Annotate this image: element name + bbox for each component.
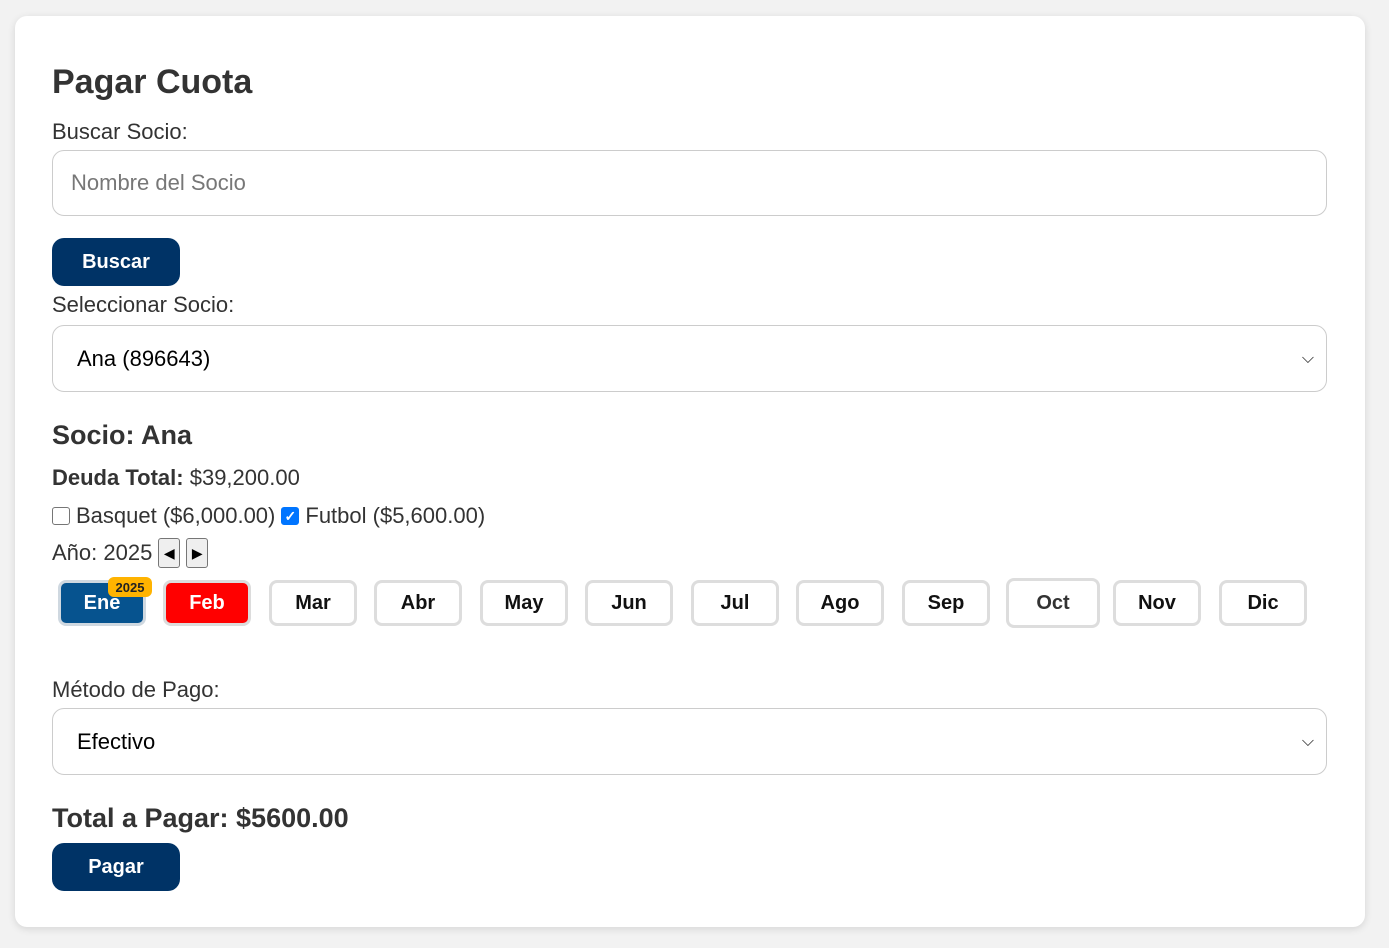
triangle-right-icon: ▶ — [191, 544, 203, 561]
year-label: Año: 2025 — [52, 540, 153, 565]
month-label: Feb — [189, 591, 225, 614]
payment-method-label: Método de Pago: — [52, 677, 220, 702]
chevron-down-icon: ⌵ — [1301, 732, 1314, 750]
select-member-label: Seleccionar Socio: — [52, 292, 235, 317]
month-label: Jul — [720, 591, 750, 614]
member-select[interactable]: Ana (896643) ⌵ — [52, 325, 1327, 392]
total-debt-label: Deuda Total: — [52, 465, 184, 490]
activity-options: Basquet ($6,000.00) ✓ Futbol ($5,600.00) — [52, 503, 491, 529]
month-label: May — [504, 591, 544, 614]
month-label: Oct — [1036, 591, 1070, 614]
month-label: Dic — [1247, 591, 1279, 614]
payment-method-select[interactable]: Efectivo ⌵ — [52, 708, 1327, 775]
year-selector: Año: 2025 ◀ ▶ — [52, 538, 209, 568]
chevron-down-icon: ⌵ — [1301, 349, 1314, 367]
total-debt-value: $39,200.00 — [189, 465, 300, 490]
search-input[interactable] — [52, 150, 1327, 216]
triangle-left-icon: ◀ — [163, 544, 175, 561]
pay-button[interactable]: Pagar — [52, 843, 180, 891]
member-heading: Socio: Ana — [52, 420, 193, 450]
prev-year-button[interactable]: ◀ — [158, 538, 181, 568]
month-ago[interactable]: Ago — [796, 580, 884, 626]
month-label: Sep — [927, 591, 965, 614]
month-oct[interactable]: Oct — [1006, 578, 1100, 628]
month-jul[interactable]: Jul — [691, 580, 779, 626]
month-sep[interactable]: Sep — [902, 580, 990, 626]
month-label: Mar — [295, 591, 331, 614]
year-badge: 2025 — [108, 577, 152, 597]
month-abr[interactable]: Abr — [374, 580, 462, 626]
member-select-value: Ana (896643) — [77, 345, 211, 371]
month-dic[interactable]: Dic — [1219, 580, 1307, 626]
total-to-pay: Total a Pagar: $5600.00 — [52, 803, 349, 833]
activity-checkbox-basquet[interactable] — [52, 507, 70, 525]
month-label: Ago — [820, 591, 860, 614]
month-label: Jun — [611, 591, 647, 614]
month-nov[interactable]: Nov — [1113, 580, 1201, 626]
month-mar[interactable]: Mar — [269, 580, 357, 626]
month-label: Nov — [1138, 591, 1176, 614]
activity-label-basquet: Basquet ($6,000.00) — [76, 503, 276, 528]
month-may[interactable]: May — [480, 580, 568, 626]
payment-method-value: Efectivo — [77, 728, 156, 754]
next-year-button[interactable]: ▶ — [186, 538, 209, 568]
page-title: Pagar Cuota — [52, 63, 253, 101]
activity-checkbox-futbol[interactable]: ✓ — [281, 507, 300, 525]
month-jun[interactable]: Jun — [585, 580, 673, 626]
search-button[interactable]: Buscar — [52, 238, 180, 286]
activity-label-futbol: Futbol ($5,600.00) — [305, 503, 486, 528]
month-label: Abr — [400, 591, 436, 614]
total-debt: Deuda Total: $39,200.00 — [52, 465, 300, 491]
payment-card: Pagar Cuota Buscar Socio: Buscar Selecci… — [15, 16, 1365, 927]
month-feb[interactable]: Feb — [163, 580, 251, 626]
search-label: Buscar Socio: — [52, 119, 188, 144]
